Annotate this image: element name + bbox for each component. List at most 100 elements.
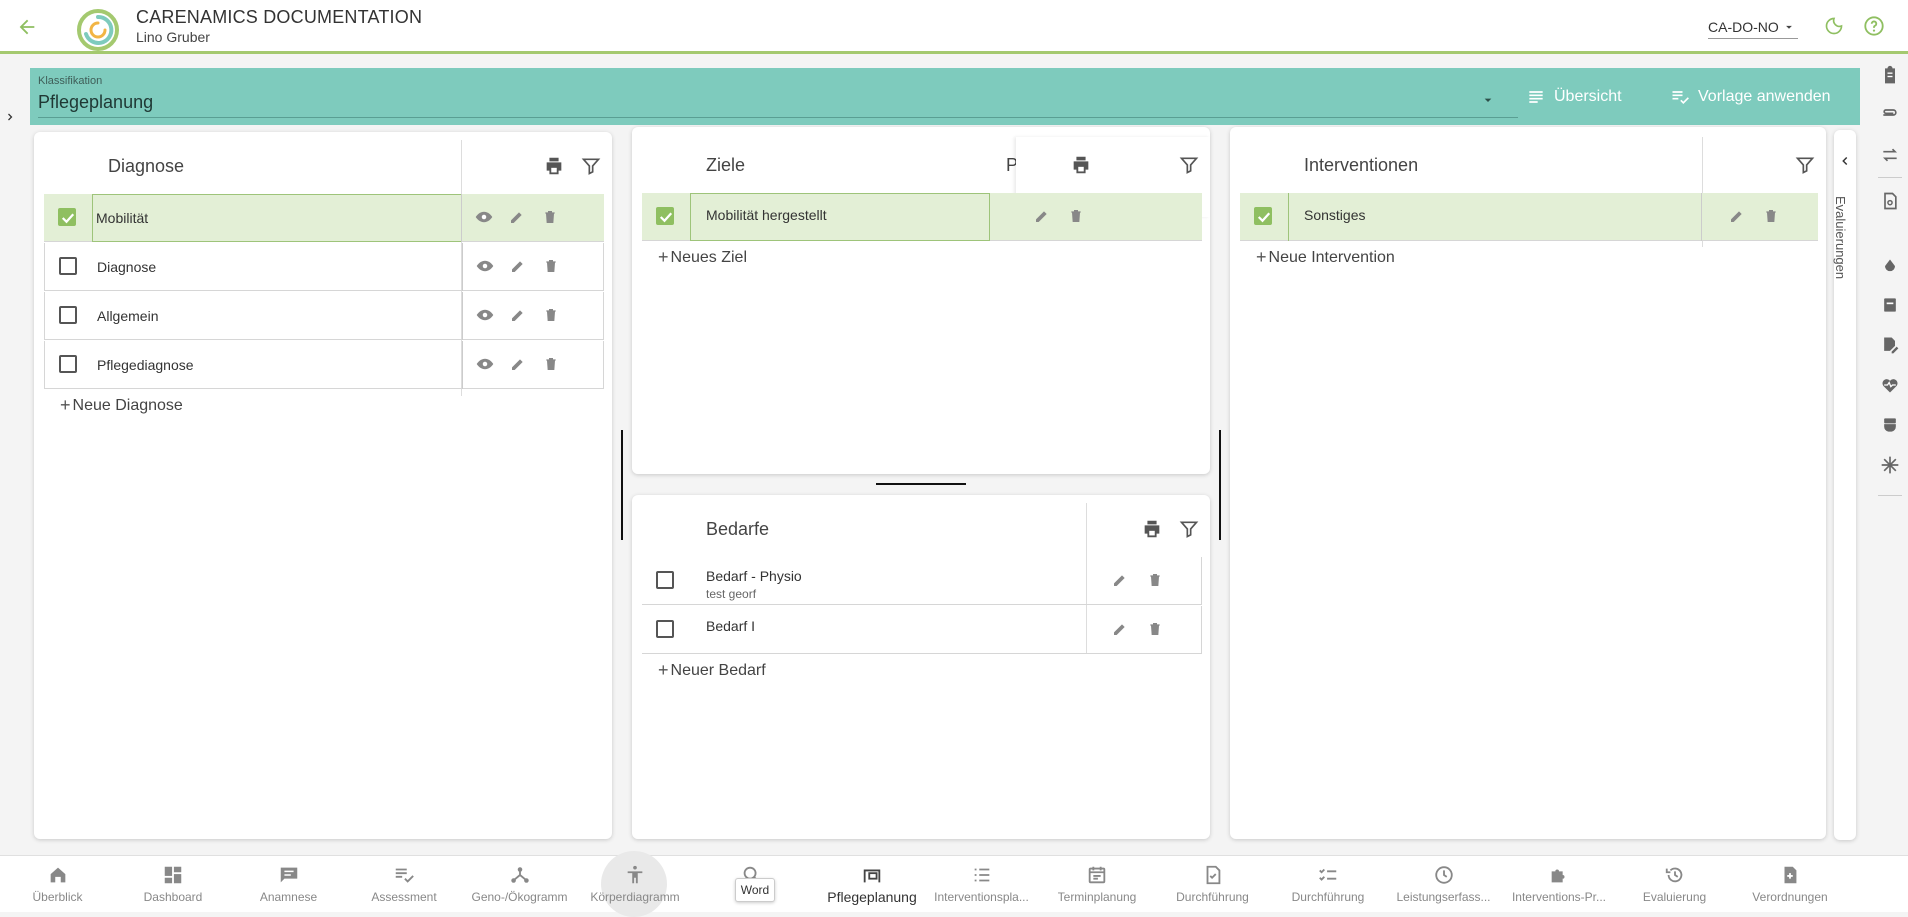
nav-item-interventionspla[interactable]: Interventionspla... [924,855,1039,912]
nav-item-interventions-pr[interactable]: Interventions-Pr... [1502,855,1617,912]
bin-icon[interactable] [1878,293,1902,317]
overview-button[interactable]: Übersicht [1526,84,1622,110]
row-checkbox[interactable] [656,571,674,589]
clipboard-icon[interactable] [1878,63,1902,87]
nav-item-durchführung[interactable]: Durchführung [1155,855,1270,912]
nav-item-terminplanung[interactable]: Terminplanung [1040,855,1155,912]
delete-icon[interactable] [541,354,561,374]
puzzle-icon [1547,863,1571,887]
row-checkbox[interactable] [656,620,674,638]
document-edit-icon[interactable] [1878,333,1902,357]
toilet-icon[interactable] [1878,413,1902,437]
table-row[interactable]: Pflegediagnose [44,341,604,389]
drop-icon[interactable] [1878,255,1902,279]
edit-icon[interactable] [508,305,528,325]
heart-rate-icon[interactable] [1878,373,1902,397]
help-icon[interactable] [1862,14,1886,38]
document-search-icon[interactable] [1878,189,1902,213]
attachment-icon[interactable] [1878,103,1902,127]
dark-mode-icon[interactable] [1822,14,1846,38]
view-icon[interactable] [475,305,495,325]
nav-item-label: Interventionspla... [934,890,1029,904]
delete-icon[interactable] [1145,619,1165,639]
nav-item-leistungserfass[interactable]: Leistungserfass... [1386,855,1501,912]
view-icon[interactable] [475,256,495,276]
edit-icon[interactable] [508,256,528,276]
filter-icon[interactable] [1177,517,1201,541]
delete-icon[interactable] [541,256,561,276]
add-diagnose-button[interactable]: + Neue Diagnose [60,395,183,416]
apply-template-button[interactable]: Vorlage anwenden [1670,84,1831,110]
nav-item-label: Durchführung [1291,890,1365,904]
app-header: CARENAMICS DOCUMENTATION Lino Gruber CA-… [0,0,1908,54]
nav-item-dashboard[interactable]: Dashboard [116,855,231,912]
filter-icon[interactable] [1793,153,1817,177]
table-row[interactable]: Bedarf I [642,606,1202,654]
nav-item-überblick[interactable]: Überblick [0,855,115,912]
playlist-check-icon [1672,91,1689,105]
diagnose-title: Diagnose [108,156,185,176]
print-icon[interactable] [1069,153,1093,177]
snowflake-icon[interactable] [1878,453,1902,477]
nav-item-label: Körperdiagramm [590,890,680,904]
view-icon[interactable] [474,207,494,227]
add-ziel-button[interactable]: + Neues Ziel [658,247,747,268]
interventionen-title: Interventionen [1304,155,1419,175]
carenamics-logo [76,8,120,52]
row-checkbox[interactable] [58,208,76,226]
view-icon[interactable] [475,354,495,374]
chevron-left-icon[interactable] [1838,154,1852,168]
table-row[interactable]: Mobilität [44,194,604,242]
edit-icon[interactable] [1727,206,1747,226]
nav-item-durchführung[interactable]: Durchführung [1271,855,1386,912]
row-checkbox[interactable] [1254,207,1272,225]
row-checkbox[interactable] [59,306,77,324]
table-row[interactable]: Diagnose [44,243,604,291]
filter-icon[interactable] [579,154,603,178]
resize-handle-middle[interactable] [876,483,966,485]
table-row[interactable]: Bedarf - Physio test georf [642,557,1202,605]
print-icon[interactable] [1140,517,1164,541]
planning-icon [860,863,884,887]
resize-handle-right[interactable] [1219,430,1221,540]
edit-icon[interactable] [1032,206,1052,226]
nav-item-label: Leistungserfass... [1396,890,1491,904]
edit-icon[interactable] [1110,570,1130,590]
resize-handle-left[interactable] [621,430,623,540]
nav-item-anamnese[interactable]: Anamnese [231,855,346,912]
document-add-icon [1778,863,1802,887]
row-checkbox[interactable] [59,355,77,373]
bedarfe-panel: Bedarfe Bedarf - Physio test georf Bedar… [632,495,1210,839]
row-checkbox[interactable] [656,207,674,225]
swap-icon[interactable] [1878,143,1902,167]
row-label: Allgemein [97,308,159,324]
row-checkbox[interactable] [59,257,77,275]
table-row[interactable]: Allgemein [44,292,604,340]
delete-icon[interactable] [540,207,560,227]
nav-item-körperdiagramm[interactable]: Körperdiagramm [578,855,693,912]
delete-icon[interactable] [1145,570,1165,590]
edit-icon[interactable] [507,207,527,227]
classification-select[interactable]: Pflegeplanung [38,92,153,113]
add-bedarf-button[interactable]: + Neuer Bedarf [658,660,766,681]
nav-item-assessment[interactable]: Assessment [347,855,462,912]
nav-item-geno-ökogramm[interactable]: Geno-/Ökogramm [462,855,577,912]
delete-icon[interactable] [1761,206,1781,226]
caret-down-icon[interactable] [1478,90,1498,110]
table-row[interactable]: Sonstiges [1240,193,1818,241]
print-icon[interactable] [542,154,566,178]
org-select[interactable]: CA-DO-NO [1708,15,1798,39]
nav-item-verordnungen[interactable]: Verordnungen [1733,855,1848,912]
expand-left-chevron-icon[interactable] [2,106,18,128]
edit-icon[interactable] [508,354,528,374]
back-arrow-icon[interactable] [14,14,40,40]
table-row[interactable]: Mobilität hergestellt [642,193,1202,241]
edit-icon[interactable] [1110,619,1130,639]
nav-item-pflegeplanung[interactable]: Pflegeplanung [815,855,930,912]
delete-icon[interactable] [541,305,561,325]
filter-icon[interactable] [1177,153,1201,177]
delete-icon[interactable] [1066,206,1086,226]
org-select-value: CA-DO-NO [1708,18,1779,35]
nav-item-evaluierung[interactable]: Evaluierung [1617,855,1732,912]
add-intervention-button[interactable]: + Neue Intervention [1256,247,1395,268]
